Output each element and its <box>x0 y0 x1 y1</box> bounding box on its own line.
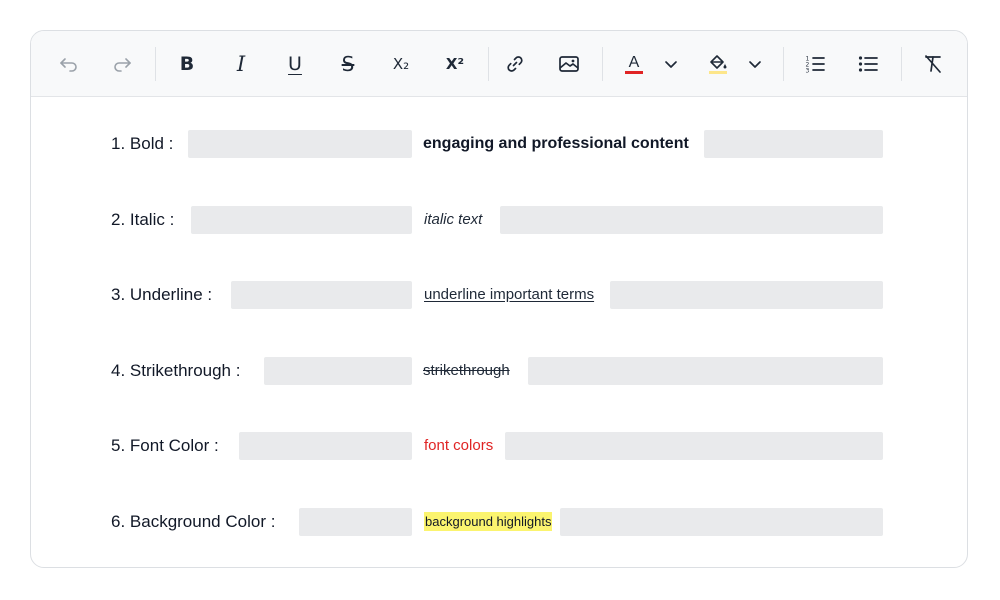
italic-sample-text: italic text <box>424 211 483 228</box>
placeholder-block <box>231 281 412 309</box>
bold-icon: B <box>179 52 195 75</box>
row-italic: 2. Italic : italic text <box>31 205 967 235</box>
italic-button[interactable]: I <box>225 48 257 80</box>
strikethrough-icon: S <box>341 52 355 76</box>
row-label: 1. Bold : <box>111 134 174 153</box>
redo-icon <box>114 58 131 72</box>
clear-format-icon <box>925 55 941 73</box>
placeholder-block <box>704 130 883 158</box>
toolbar-separator <box>602 47 603 81</box>
placeholder-block <box>500 206 883 234</box>
row-label: 4. Strikethrough : <box>111 361 241 380</box>
subscript-icon: X₂ <box>392 54 410 73</box>
bold-sample-text: engaging and professional content <box>423 135 689 152</box>
paint-bucket-icon <box>709 55 727 74</box>
row-strikethrough: 4. Strikethrough : strikethrough <box>31 356 967 386</box>
toolbar-separator <box>155 47 156 81</box>
placeholder-block <box>299 508 412 536</box>
bullet-list-button[interactable] <box>852 48 884 80</box>
font-color-icon: A <box>625 54 643 74</box>
toolbar-separator <box>488 47 489 81</box>
row-bold: 1. Bold : engaging and professional cont… <box>31 129 967 159</box>
font-color-dropdown[interactable] <box>655 48 687 80</box>
placeholder-block <box>188 130 412 158</box>
image-icon <box>559 56 579 72</box>
placeholder-block <box>191 206 412 234</box>
undo-button[interactable] <box>53 48 85 80</box>
bold-button[interactable]: B <box>171 48 203 80</box>
row-label: 2. Italic : <box>111 210 175 229</box>
svg-text:3: 3 <box>806 68 810 75</box>
chevron-down-icon <box>665 61 677 68</box>
bullet-list-icon <box>858 56 878 72</box>
superscript-button[interactable]: X² <box>439 48 471 80</box>
strikethrough-sample-text: strikethrough <box>423 362 510 379</box>
chevron-down-icon <box>749 61 761 68</box>
toolbar-separator <box>901 47 902 81</box>
rich-text-editor: B I U S X₂ X² A 1 2 3 1. Bold: engaging… <box>30 30 968 568</box>
image-button[interactable] <box>553 48 585 80</box>
toolbar-separator <box>783 47 784 81</box>
redo-button[interactable] <box>106 48 138 80</box>
undo-icon <box>60 58 77 72</box>
editor-content[interactable]: 1. Bold : engaging and professional cont… <box>31 97 967 567</box>
link-icon <box>507 56 523 72</box>
subscript-button[interactable]: X₂ <box>385 48 417 80</box>
placeholder-block <box>264 357 412 385</box>
row-label: 5. Font Color : <box>111 436 219 455</box>
clear-formatting-button[interactable] <box>917 48 949 80</box>
ordered-list-icon: 1 2 3 <box>806 56 825 75</box>
background-color-button[interactable] <box>702 48 734 80</box>
underline-icon: U <box>288 52 302 75</box>
background-highlight-text: background highlights <box>424 512 553 531</box>
placeholder-block <box>528 357 883 385</box>
font-color-button[interactable]: A <box>618 48 650 80</box>
ordered-list-button[interactable]: 1 2 3 <box>799 48 831 80</box>
svg-text:A: A <box>629 54 640 71</box>
row-font-color: 5. Font Color : font colors <box>31 431 967 461</box>
italic-icon: I <box>236 51 246 76</box>
underline-button[interactable]: U <box>279 48 311 80</box>
row-label: 3. Underline : <box>111 285 213 304</box>
row-label: 6. Background Color : <box>111 512 276 531</box>
strikethrough-button[interactable]: S <box>332 48 364 80</box>
link-button[interactable] <box>499 48 531 80</box>
background-highlight-sample: background highlights <box>424 507 553 537</box>
placeholder-block <box>239 432 412 460</box>
superscript-icon: X² <box>445 54 465 73</box>
placeholder-block <box>610 281 883 309</box>
editor-toolbar: B I U S X₂ X² A 1 2 3 <box>31 31 967 97</box>
underline-sample-text: underline important terms <box>424 286 595 303</box>
font-color-sample-text: font colors <box>424 437 494 454</box>
row-background-color: 6. Background Color : background highlig… <box>31 507 967 537</box>
placeholder-block <box>560 508 883 536</box>
row-underline: 3. Underline : underline important terms <box>31 280 967 310</box>
placeholder-block <box>505 432 883 460</box>
background-color-dropdown[interactable] <box>739 48 771 80</box>
